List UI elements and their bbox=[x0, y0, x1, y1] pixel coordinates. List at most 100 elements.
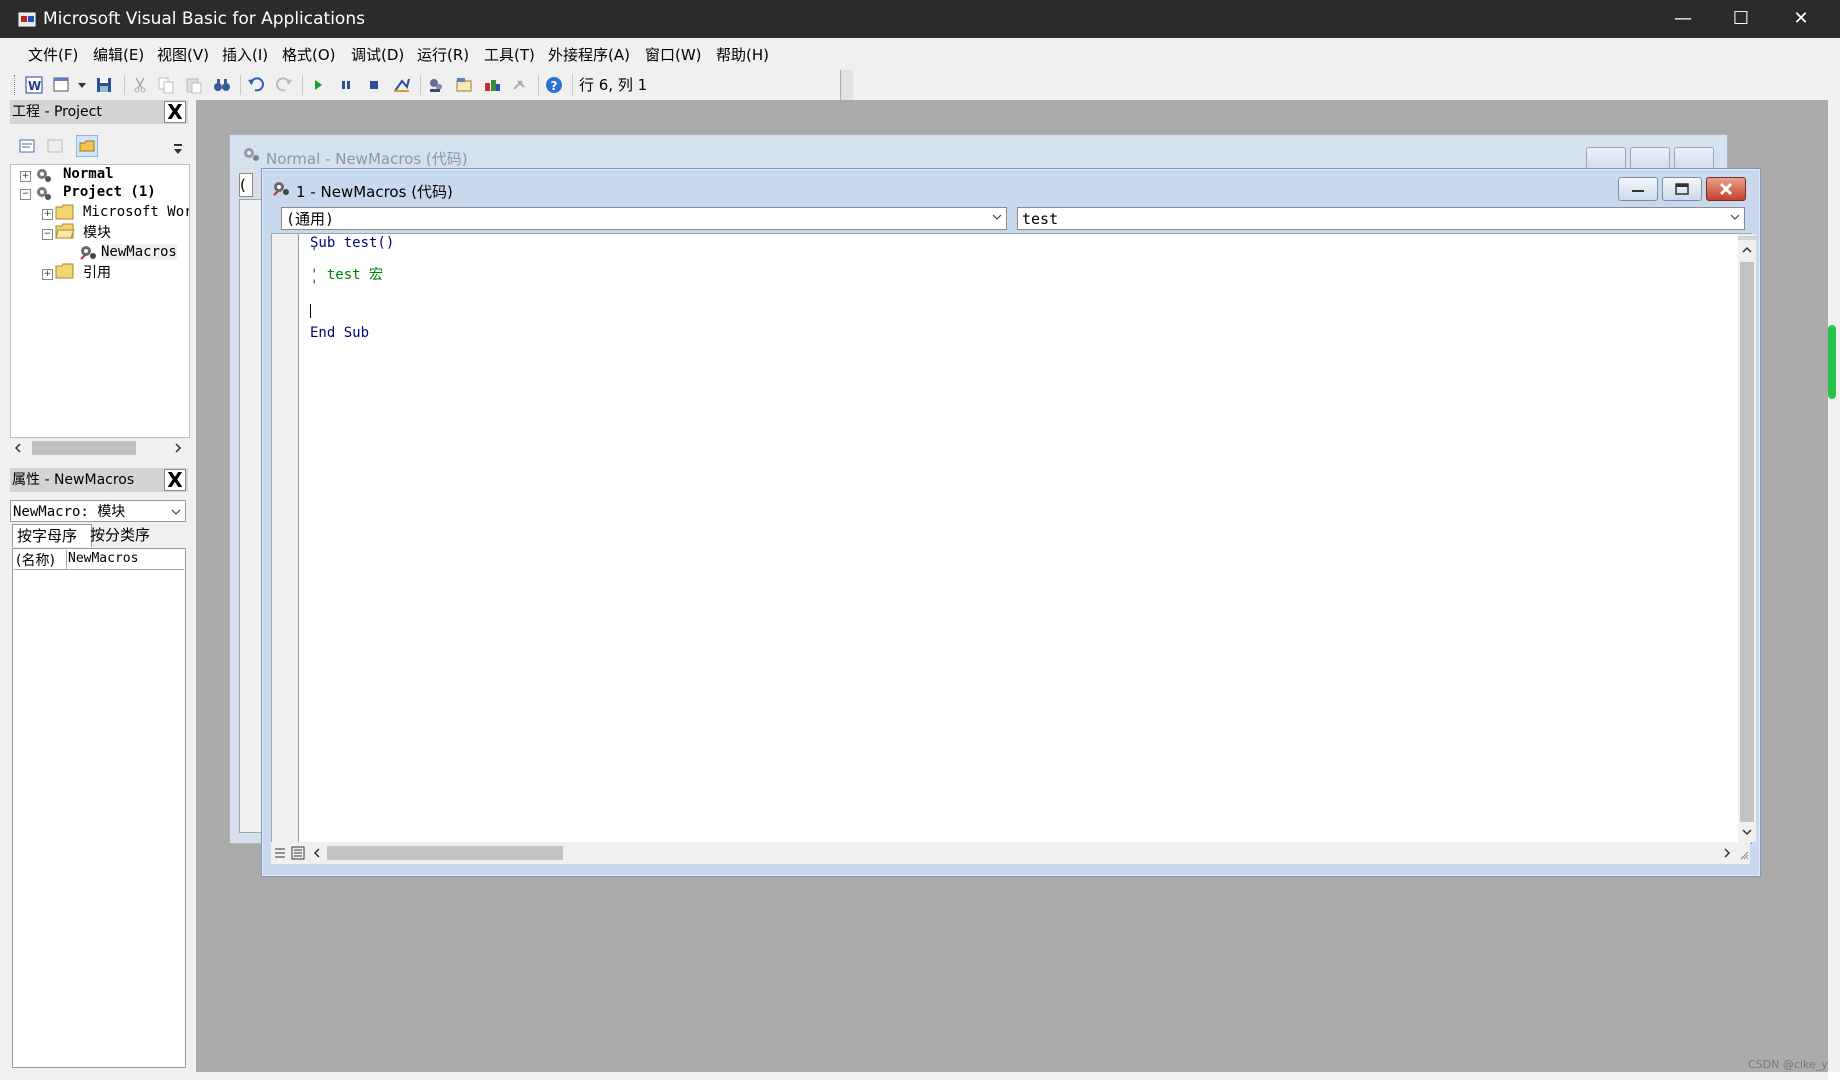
menu-format[interactable]: 格式(O) bbox=[282, 44, 336, 65]
code-hscrollbar[interactable] bbox=[271, 842, 1750, 864]
project-explorer-icon[interactable] bbox=[426, 75, 446, 95]
menu-tools[interactable]: 工具(T) bbox=[484, 44, 535, 65]
view-object-icon[interactable] bbox=[44, 135, 66, 157]
menu-edit[interactable]: 编辑(E) bbox=[93, 44, 144, 65]
undo-icon[interactable] bbox=[246, 75, 266, 95]
code-window-newmacros[interactable]: 1 - NewMacros (代码) (通用) test Sub test() … bbox=[261, 168, 1761, 877]
toolbar-options[interactable] bbox=[840, 70, 853, 100]
code-vscrollbar[interactable] bbox=[1738, 234, 1756, 842]
code-window-close-button[interactable] bbox=[1706, 177, 1746, 201]
project-explorer-caption: 工程 - Project X bbox=[10, 100, 188, 124]
maximize-button[interactable]: ☐ bbox=[1712, 0, 1770, 38]
text-caret bbox=[310, 304, 311, 318]
copy-icon[interactable] bbox=[156, 75, 176, 95]
expand-references-icon[interactable]: + bbox=[42, 269, 53, 280]
scroll-thumb[interactable] bbox=[32, 441, 136, 455]
module-icon bbox=[244, 148, 259, 161]
menu-debug[interactable]: 调试(D) bbox=[351, 44, 404, 65]
tree-node-microsoft-objects[interactable]: Microsoft Wor bbox=[83, 204, 189, 220]
object-browser-icon[interactable] bbox=[482, 75, 502, 95]
view-word-icon[interactable]: W bbox=[24, 75, 44, 95]
scroll-right-icon[interactable] bbox=[172, 442, 184, 454]
properties-object-combo[interactable]: NewMacro: 模块 bbox=[10, 500, 186, 522]
expand-microsoft-objects-icon[interactable]: + bbox=[42, 209, 53, 220]
scroll-up-icon[interactable] bbox=[1741, 244, 1753, 256]
tab-alphabetic[interactable]: 按字母序 bbox=[12, 524, 92, 547]
code-line[interactable]: ' bbox=[310, 245, 318, 261]
project-explorer-close-button[interactable]: X bbox=[164, 101, 186, 123]
paste-icon[interactable] bbox=[184, 75, 204, 95]
tree-node-newmacros[interactable]: NewMacros bbox=[101, 244, 177, 260]
tree-node-normal[interactable]: Normal bbox=[63, 166, 114, 182]
procedure-view-icon[interactable] bbox=[273, 846, 287, 860]
design-mode-icon[interactable] bbox=[392, 75, 412, 95]
code-editor[interactable]: Sub test() ' ' test 宏 ' End Sub bbox=[271, 233, 1756, 844]
tree-node-project[interactable]: Project (1) bbox=[63, 184, 156, 200]
svg-text:W: W bbox=[28, 79, 41, 93]
code-window-minimize-button[interactable] bbox=[1618, 177, 1658, 201]
tree-node-references[interactable]: 引用 bbox=[83, 262, 111, 282]
toolbar-grip[interactable] bbox=[14, 75, 18, 95]
toggle-folders-icon[interactable] bbox=[76, 135, 98, 157]
find-icon[interactable] bbox=[212, 75, 232, 95]
tree-node-modules[interactable]: 模块 bbox=[83, 222, 111, 242]
toolbox-icon[interactable] bbox=[510, 75, 530, 95]
view-code-icon[interactable] bbox=[16, 135, 38, 157]
code-window-restore-button[interactable] bbox=[1662, 177, 1702, 201]
chevron-down-icon bbox=[171, 509, 181, 515]
standard-toolbar: W ? 行 6, 列 1 bbox=[0, 70, 1840, 101]
code-line[interactable]: End Sub bbox=[310, 325, 369, 341]
scroll-thumb[interactable] bbox=[1740, 262, 1754, 822]
help-icon[interactable]: ? bbox=[544, 75, 564, 95]
menu-insert[interactable]: 插入(I) bbox=[222, 44, 268, 65]
properties-close-button[interactable]: X bbox=[164, 469, 186, 491]
project-gear-icon bbox=[37, 169, 51, 182]
code-margin-indicator-bar[interactable] bbox=[272, 234, 299, 844]
folder-icon bbox=[55, 204, 74, 220]
dropdown-arrow-icon[interactable] bbox=[76, 75, 88, 95]
cut-icon[interactable] bbox=[130, 75, 150, 95]
scroll-left-icon[interactable] bbox=[12, 442, 24, 454]
code-line[interactable]: ' bbox=[310, 278, 318, 294]
resize-grip-icon[interactable] bbox=[1737, 848, 1749, 860]
menu-help[interactable]: 帮助(H) bbox=[716, 44, 769, 65]
close-button[interactable]: ✕ bbox=[1772, 0, 1830, 38]
scroll-thumb[interactable] bbox=[327, 846, 563, 860]
reset-icon[interactable] bbox=[364, 75, 384, 95]
code-line[interactable]: Sub test() bbox=[310, 235, 394, 251]
menu-run[interactable]: 运行(R) bbox=[417, 44, 469, 65]
project-tree-hscrollbar[interactable] bbox=[10, 438, 188, 458]
scroll-right-icon[interactable] bbox=[1721, 847, 1733, 859]
project-toolbar-scroll-icon[interactable] bbox=[172, 135, 184, 157]
menu-window[interactable]: 窗口(W) bbox=[645, 44, 702, 65]
normal-object-combo[interactable]: ( bbox=[239, 173, 253, 197]
collapse-modules-icon[interactable]: − bbox=[42, 229, 53, 240]
run-icon[interactable] bbox=[308, 75, 328, 95]
restore-icon bbox=[1675, 183, 1689, 195]
menu-view[interactable]: 视图(V) bbox=[157, 44, 209, 65]
code-window-title: 1 - NewMacros (代码) bbox=[296, 183, 453, 201]
procedure-combo[interactable]: test bbox=[1017, 207, 1745, 230]
property-value[interactable]: NewMacros bbox=[68, 551, 138, 566]
property-row[interactable]: (名称) NewMacros bbox=[14, 550, 184, 570]
break-icon[interactable] bbox=[336, 75, 356, 95]
scroll-down-icon[interactable] bbox=[1741, 826, 1753, 838]
insert-userform-icon[interactable] bbox=[52, 75, 72, 95]
procedure-combo-value: test bbox=[1022, 210, 1059, 228]
full-module-view-icon[interactable] bbox=[291, 846, 305, 860]
minimize-button[interactable]: — bbox=[1654, 0, 1712, 38]
object-combo[interactable]: (通用) bbox=[281, 207, 1007, 230]
toolbar-separator bbox=[240, 75, 241, 95]
scroll-left-icon[interactable] bbox=[311, 847, 323, 859]
code-window-normal-caption[interactable]: Normal - NewMacros (代码) bbox=[230, 135, 1727, 171]
split-bar[interactable] bbox=[1738, 236, 1756, 240]
menu-file[interactable]: 文件(F) bbox=[28, 44, 78, 65]
code-line[interactable]: ' test 宏 bbox=[310, 264, 383, 284]
menu-addins[interactable]: 外接程序(A) bbox=[548, 44, 630, 65]
properties-window-icon[interactable] bbox=[454, 75, 474, 95]
expand-normal-icon[interactable]: + bbox=[20, 171, 31, 182]
save-icon[interactable] bbox=[94, 75, 114, 95]
collapse-project-icon[interactable]: − bbox=[20, 189, 31, 200]
redo-icon[interactable] bbox=[274, 75, 294, 95]
tab-categorized[interactable]: 按分类序 bbox=[88, 524, 150, 546]
